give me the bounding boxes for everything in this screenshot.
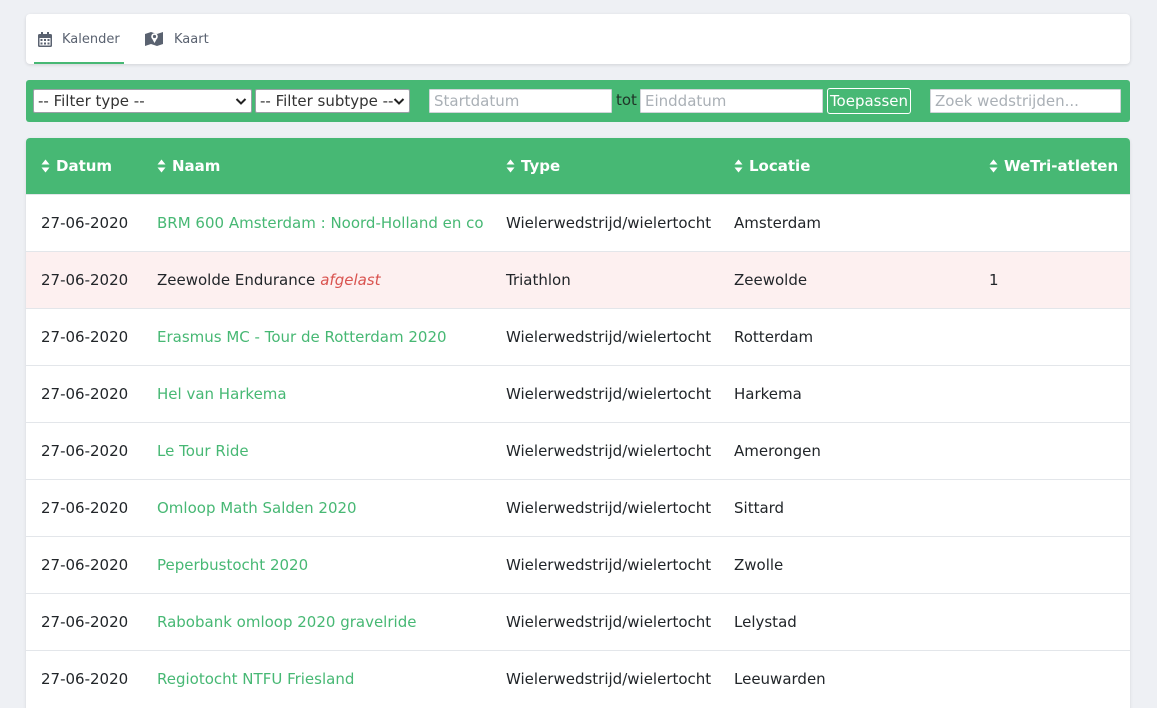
event-link[interactable]: Rabobank omloop 2020 gravelride — [157, 613, 416, 631]
table-row: 27-06-2020 BRM 600 Amsterdam : Noord-Hol… — [26, 194, 1130, 251]
cell-name: Zeewolde Endurance afgelast — [157, 252, 381, 308]
cell-name: BRM 600 Amsterdam : Noord-Holland en co — [157, 195, 484, 251]
column-header-locatie[interactable]: Locatie — [734, 138, 810, 194]
cell-location: Rotterdam — [734, 328, 814, 346]
cell-date: 27-06-2020 — [41, 556, 129, 574]
table-row: 27-06-2020 Erasmus MC - Tour de Rotterda… — [26, 308, 1130, 365]
table-header: Datum Naam Type Locatie WeTri-atleten — [26, 138, 1130, 194]
cell-type: Wielerwedstrijd/wielertocht — [506, 328, 712, 346]
cell-location: Leeuwarden — [734, 670, 826, 688]
sort-icon — [506, 159, 515, 173]
cell-type: Wielerwedstrijd/wielertocht — [506, 556, 712, 574]
cell-date: 27-06-2020 — [41, 385, 129, 403]
cell-date: 27-06-2020 — [41, 442, 129, 460]
cancelled-label: afgelast — [320, 271, 381, 289]
sort-icon — [157, 159, 166, 173]
tab-kaart[interactable]: Kaart — [145, 14, 209, 64]
cell-type: Triathlon — [506, 271, 571, 289]
filter-type-select[interactable]: -- Filter type -- — [33, 89, 252, 113]
cell-location: Zwolle — [734, 556, 784, 574]
event-link[interactable]: BRM 600 Amsterdam : Noord-Holland en co — [157, 214, 484, 232]
table-row: 27-06-2020 Zeewolde Endurance afgelast T… — [26, 251, 1130, 308]
cell-type: Wielerwedstrijd/wielertocht — [506, 499, 712, 517]
cell-location: Harkema — [734, 385, 802, 403]
filter-type-value: -- Filter type -- — [38, 92, 145, 110]
cell-name: Omloop Math Salden 2020 — [157, 480, 357, 536]
event-link[interactable]: Le Tour Ride — [157, 442, 249, 460]
cell-location: Lelystad — [734, 613, 797, 631]
map-icon — [145, 31, 164, 47]
table-row: 27-06-2020 Hel van Harkema Wielerwedstri… — [26, 365, 1130, 422]
cell-name: Peperbustocht 2020 — [157, 537, 308, 593]
end-date-input[interactable]: Einddatum — [640, 89, 823, 113]
column-header-type[interactable]: Type — [506, 138, 560, 194]
start-date-input[interactable]: Startdatum — [429, 89, 612, 113]
event-link[interactable]: Omloop Math Salden 2020 — [157, 499, 357, 517]
column-label: Type — [521, 157, 561, 175]
cell-name: Hel van Harkema — [157, 366, 287, 422]
chevron-down-icon — [235, 94, 247, 112]
event-link[interactable]: Hel van Harkema — [157, 385, 287, 403]
cell-athletes: 1 — [989, 271, 999, 289]
table-row: 27-06-2020 Rabobank omloop 2020 gravelri… — [26, 593, 1130, 650]
apply-button[interactable]: Toepassen — [827, 88, 911, 114]
search-placeholder: Zoek wedstrijden... — [935, 92, 1079, 110]
event-link[interactable]: Erasmus MC - Tour de Rotterdam 2020 — [157, 328, 447, 346]
sort-icon — [734, 159, 743, 173]
start-date-placeholder: Startdatum — [434, 92, 520, 110]
column-label: WeTri-atleten — [1004, 157, 1119, 175]
sort-icon — [989, 159, 998, 173]
cell-location: Amsterdam — [734, 214, 822, 232]
cell-type: Wielerwedstrijd/wielertocht — [506, 214, 712, 232]
chevron-down-icon — [393, 94, 405, 112]
table-row: 27-06-2020 Regiotocht NTFU Friesland Wie… — [26, 650, 1130, 707]
filter-bar: -- Filter type -- -- Filter subtype -- S… — [26, 80, 1130, 122]
tab-label: Kalender — [62, 31, 120, 47]
calendar-icon — [38, 31, 52, 47]
column-label: Locatie — [749, 157, 811, 175]
cell-location: Amerongen — [734, 442, 821, 460]
cell-name: Erasmus MC - Tour de Rotterdam 2020 — [157, 309, 447, 365]
cell-date: 27-06-2020 — [41, 328, 129, 346]
date-range-separator: tot — [616, 91, 637, 109]
column-header-datum[interactable]: Datum — [41, 138, 112, 194]
table-row: 27-06-2020 Le Tour Ride Wielerwedstrijd/… — [26, 422, 1130, 479]
sort-icon — [41, 159, 50, 173]
column-label: Datum — [56, 157, 113, 175]
cell-type: Wielerwedstrijd/wielertocht — [506, 442, 712, 460]
events-table: Datum Naam Type Locatie WeTri-atleten 27… — [26, 138, 1130, 708]
cell-location: Sittard — [734, 499, 785, 517]
event-name: Zeewolde Endurance — [157, 271, 316, 289]
cell-location: Zeewolde — [734, 271, 808, 289]
table-row: 27-06-2020 Peperbustocht 2020 Wielerweds… — [26, 536, 1130, 593]
cell-type: Wielerwedstrijd/wielertocht — [506, 613, 712, 631]
tab-kalender[interactable]: Kalender — [34, 14, 124, 64]
cell-type: Wielerwedstrijd/wielertocht — [506, 385, 712, 403]
event-link[interactable]: Peperbustocht 2020 — [157, 556, 308, 574]
column-header-naam[interactable]: Naam — [157, 138, 220, 194]
cell-type: Wielerwedstrijd/wielertocht — [506, 670, 712, 688]
filter-subtype-value: -- Filter subtype -- — [260, 92, 394, 110]
cell-date: 27-06-2020 — [41, 271, 129, 289]
cell-name: Regiotocht NTFU Friesland — [157, 651, 354, 707]
cell-name: Le Tour Ride — [157, 423, 249, 479]
search-input[interactable]: Zoek wedstrijden... — [930, 89, 1121, 113]
view-tabs: Kalender Kaart — [26, 14, 1130, 64]
end-date-placeholder: Einddatum — [645, 92, 727, 110]
event-link[interactable]: Regiotocht NTFU Friesland — [157, 670, 354, 688]
tab-label: Kaart — [174, 31, 209, 47]
cell-date: 27-06-2020 — [41, 499, 129, 517]
cell-date: 27-06-2020 — [41, 214, 129, 232]
filter-subtype-select[interactable]: -- Filter subtype -- — [255, 89, 410, 113]
cell-date: 27-06-2020 — [41, 670, 129, 688]
cell-name: Rabobank omloop 2020 gravelride — [157, 594, 416, 650]
column-label: Naam — [172, 157, 221, 175]
column-header-wetri-atleten[interactable]: WeTri-atleten — [989, 138, 1118, 194]
table-row: 27-06-2020 Omloop Math Salden 2020 Wiele… — [26, 479, 1130, 536]
cell-date: 27-06-2020 — [41, 613, 129, 631]
